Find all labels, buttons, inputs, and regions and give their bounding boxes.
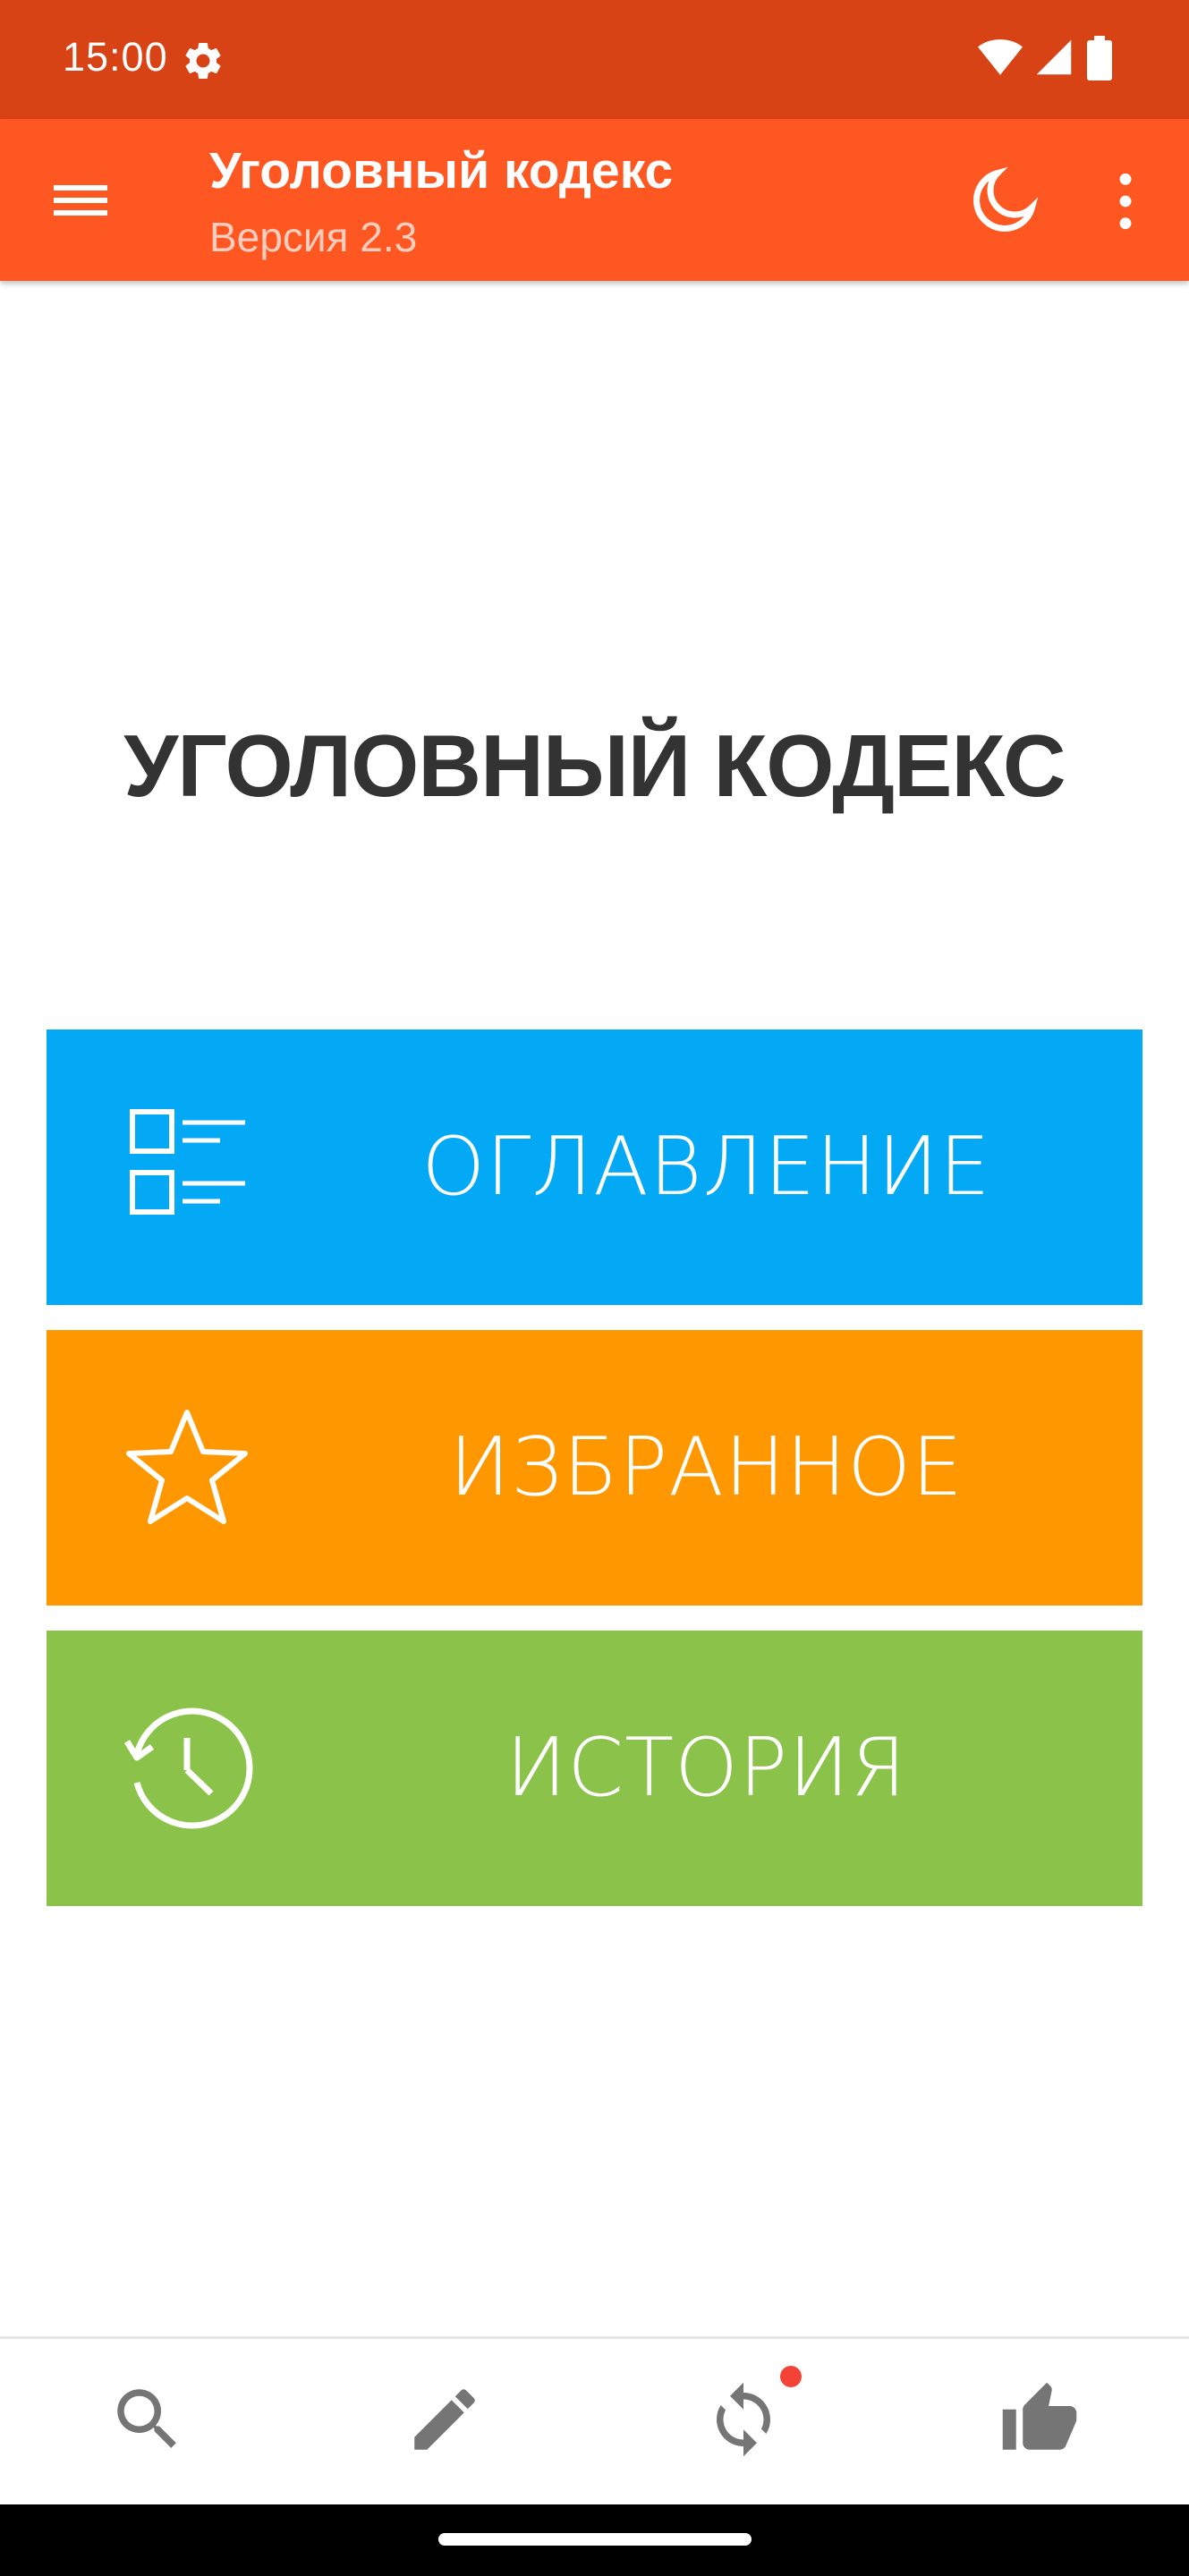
- history-button[interactable]: ИСТОРИЯ: [47, 1631, 1142, 1906]
- contents-label: ОГЛАВЛЕНИЕ: [421, 1120, 991, 1214]
- app-subtitle: Версия 2.3: [209, 214, 418, 260]
- gesture-bar: [0, 2504, 1189, 2576]
- favorites-label: ИЗБРАННОЕ: [449, 1420, 964, 1514]
- home-gesture-handle[interactable]: [438, 2533, 752, 2546]
- thumbs-up-icon[interactable]: [999, 2379, 1080, 2460]
- favorites-button[interactable]: ИЗБРАННОЕ: [47, 1330, 1142, 1606]
- wifi-icon: [978, 39, 1023, 75]
- settings-gear-icon: [185, 42, 221, 79]
- more-vert-icon[interactable]: [1099, 164, 1152, 239]
- history-label: ИСТОРИЯ: [505, 1721, 907, 1815]
- history-icon: [124, 1707, 253, 1829]
- search-icon[interactable]: [107, 2379, 188, 2460]
- checklist-icon: [130, 1109, 245, 1215]
- sync-icon[interactable]: [703, 2379, 784, 2460]
- page-title: УГОЛОВНЫЙ КОДЕКС: [123, 716, 1066, 815]
- star-icon: [126, 1410, 248, 1524]
- app-title: Уголовный кодекс: [209, 142, 674, 199]
- cell-signal-icon: [1036, 39, 1072, 75]
- contents-button[interactable]: ОГЛАВЛЕНИЕ: [47, 1030, 1142, 1305]
- notification-badge: [780, 2366, 802, 2387]
- status-bar: 15:00: [0, 0, 1189, 119]
- status-time: 15:00: [63, 34, 168, 80]
- menu-icon[interactable]: [36, 164, 125, 235]
- pencil-icon[interactable]: [404, 2379, 485, 2460]
- battery-icon: [1087, 36, 1112, 80]
- moon-icon[interactable]: [966, 164, 1041, 239]
- app-bar: Уголовный кодекс Версия 2.3: [0, 119, 1189, 281]
- bottom-nav: [0, 2336, 1189, 2507]
